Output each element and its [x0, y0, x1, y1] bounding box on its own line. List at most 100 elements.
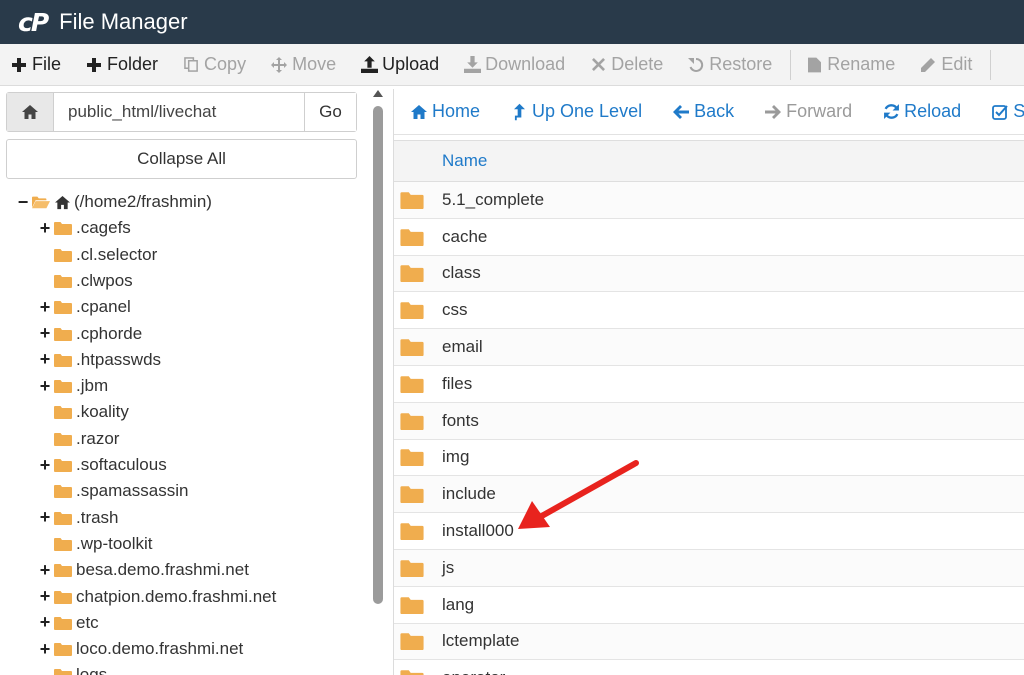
tree-item[interactable]: .koality — [38, 399, 129, 425]
expand-icon[interactable]: + — [38, 218, 52, 239]
tree-item[interactable]: + etc — [38, 610, 99, 636]
folder-icon — [400, 339, 424, 357]
tree-root[interactable]: − (/home2/frashmin) — [16, 189, 212, 215]
tree-item-label: .cphorde — [76, 323, 143, 343]
nav-select-all-button[interactable]: Select All — [975, 101, 1024, 122]
move-button[interactable]: Move — [260, 44, 350, 85]
file-row[interactable]: class — [394, 255, 1024, 293]
tree-item[interactable]: .razor — [38, 426, 119, 452]
file-row[interactable]: js — [394, 549, 1024, 587]
collapse-icon[interactable]: − — [16, 192, 30, 213]
file-row[interactable]: fonts — [394, 402, 1024, 440]
expand-icon[interactable]: + — [38, 560, 52, 581]
file-row[interactable]: files — [394, 365, 1024, 403]
tree-item[interactable]: + besa.demo.frashmi.net — [38, 557, 249, 583]
folder-icon — [54, 485, 72, 499]
toolbar-label: Delete — [611, 54, 664, 74]
file-row[interactable]: css — [394, 292, 1024, 330]
file-name: css — [442, 300, 468, 320]
file-button[interactable]: File — [0, 44, 75, 85]
tree-scrollbar[interactable] — [370, 88, 386, 675]
restore-button[interactable]: Restore — [677, 44, 786, 85]
folder-icon — [54, 590, 72, 604]
toolbar-separator — [790, 49, 792, 80]
column-header-name[interactable]: Name — [394, 140, 1024, 182]
tree-item-label: .wp-toolkit — [76, 533, 153, 553]
expand-icon[interactable]: + — [38, 612, 52, 633]
folder-icon-cell — [394, 559, 442, 577]
expand-icon[interactable]: + — [38, 323, 52, 344]
folder-button[interactable]: Folder — [75, 44, 172, 85]
folder-icon — [400, 596, 424, 614]
tree-item-label: loco.demo.frashmi.net — [76, 639, 244, 659]
reload-icon — [882, 103, 900, 121]
copy-button[interactable]: Copy — [172, 44, 260, 85]
nav-label: Home — [432, 101, 481, 121]
scroll-up-arrow-icon[interactable] — [373, 90, 383, 97]
tree-item[interactable]: .spamassassin — [38, 478, 188, 504]
expand-icon[interactable]: + — [38, 455, 52, 476]
path-input[interactable] — [54, 93, 304, 131]
expand-icon[interactable]: + — [38, 586, 52, 607]
nav-up-one-level-button[interactable]: Up One Level — [494, 101, 656, 122]
tree-item[interactable]: .cl.selector — [38, 242, 157, 268]
file-row[interactable]: 5.1_complete — [394, 182, 1024, 219]
file-row[interactable]: cache — [394, 218, 1024, 256]
folder-icon — [400, 486, 424, 504]
expand-icon[interactable]: + — [38, 376, 52, 397]
tree-item[interactable]: + loco.demo.frashmi.net — [38, 636, 244, 662]
file-row[interactable]: include — [394, 476, 1024, 514]
expand-icon[interactable]: + — [38, 639, 52, 660]
nav-home-button[interactable]: Home — [394, 101, 494, 122]
collapse-all-button[interactable]: Collapse All — [6, 139, 357, 179]
tree-item[interactable]: .wp-toolkit — [38, 531, 153, 557]
path-home-button[interactable] — [7, 93, 54, 131]
folder-icon — [54, 248, 72, 262]
tree-item[interactable]: + .cphorde — [38, 321, 142, 347]
expand-icon[interactable]: + — [38, 507, 52, 528]
copy-icon — [181, 55, 201, 75]
edit-button[interactable]: Edit — [909, 44, 986, 85]
expand-icon[interactable]: + — [38, 349, 52, 370]
file-row[interactable]: install000 — [394, 513, 1024, 550]
file-name: 5.1_complete — [442, 189, 545, 209]
file-row[interactable]: operator — [394, 660, 1024, 675]
nav-reload-button[interactable]: Reload — [866, 101, 975, 122]
tree-item[interactable]: + .htpasswds — [38, 347, 161, 373]
file-name: operator — [442, 668, 505, 675]
file-row[interactable]: lang — [394, 586, 1024, 624]
delete-button[interactable]: Delete — [579, 44, 677, 85]
toolbar-label: File — [32, 54, 62, 74]
scrollbar-thumb[interactable] — [373, 106, 383, 604]
nav-back-button[interactable]: Back — [656, 101, 748, 122]
folder-icon — [54, 537, 72, 551]
file-row[interactable]: lctemplate — [394, 623, 1024, 661]
go-button[interactable]: Go — [304, 93, 356, 131]
nav-label: Forward — [786, 101, 853, 121]
tree-item[interactable]: + .jbm — [38, 373, 108, 399]
tree-item[interactable]: + .softaculous — [38, 452, 167, 478]
toolbar-label: Folder — [107, 54, 159, 74]
file-row[interactable]: img — [394, 439, 1024, 477]
plus-icon — [84, 55, 104, 75]
file-row[interactable]: email — [394, 329, 1024, 366]
folder-icon-cell — [394, 485, 442, 504]
folder-icon — [54, 511, 72, 525]
tree-item[interactable]: .clwpos — [38, 268, 133, 294]
rename-button[interactable]: Rename — [795, 44, 909, 85]
delete-icon — [588, 55, 608, 75]
tree-item[interactable]: + .cpanel — [38, 294, 131, 320]
toolbar-label: Move — [292, 54, 337, 74]
tree-item-label: .clwpos — [76, 270, 133, 290]
tree-item[interactable]: + chatpion.demo.frashmi.net — [38, 584, 277, 610]
tree-item[interactable]: logs — [38, 662, 107, 675]
folder-tree: − (/home2/frashmin) + .cagefs .cl.selector .c… — [0, 189, 370, 675]
download-button[interactable]: Download — [453, 44, 579, 85]
folder-icon — [400, 192, 424, 209]
tree-item-label: etc — [76, 612, 99, 632]
upload-button[interactable]: Upload — [350, 44, 453, 85]
tree-item[interactable]: + .cagefs — [38, 215, 131, 241]
tree-item[interactable]: + .trash — [38, 505, 119, 531]
nav-forward-button[interactable]: Forward — [748, 101, 866, 122]
expand-icon[interactable]: + — [38, 297, 52, 318]
